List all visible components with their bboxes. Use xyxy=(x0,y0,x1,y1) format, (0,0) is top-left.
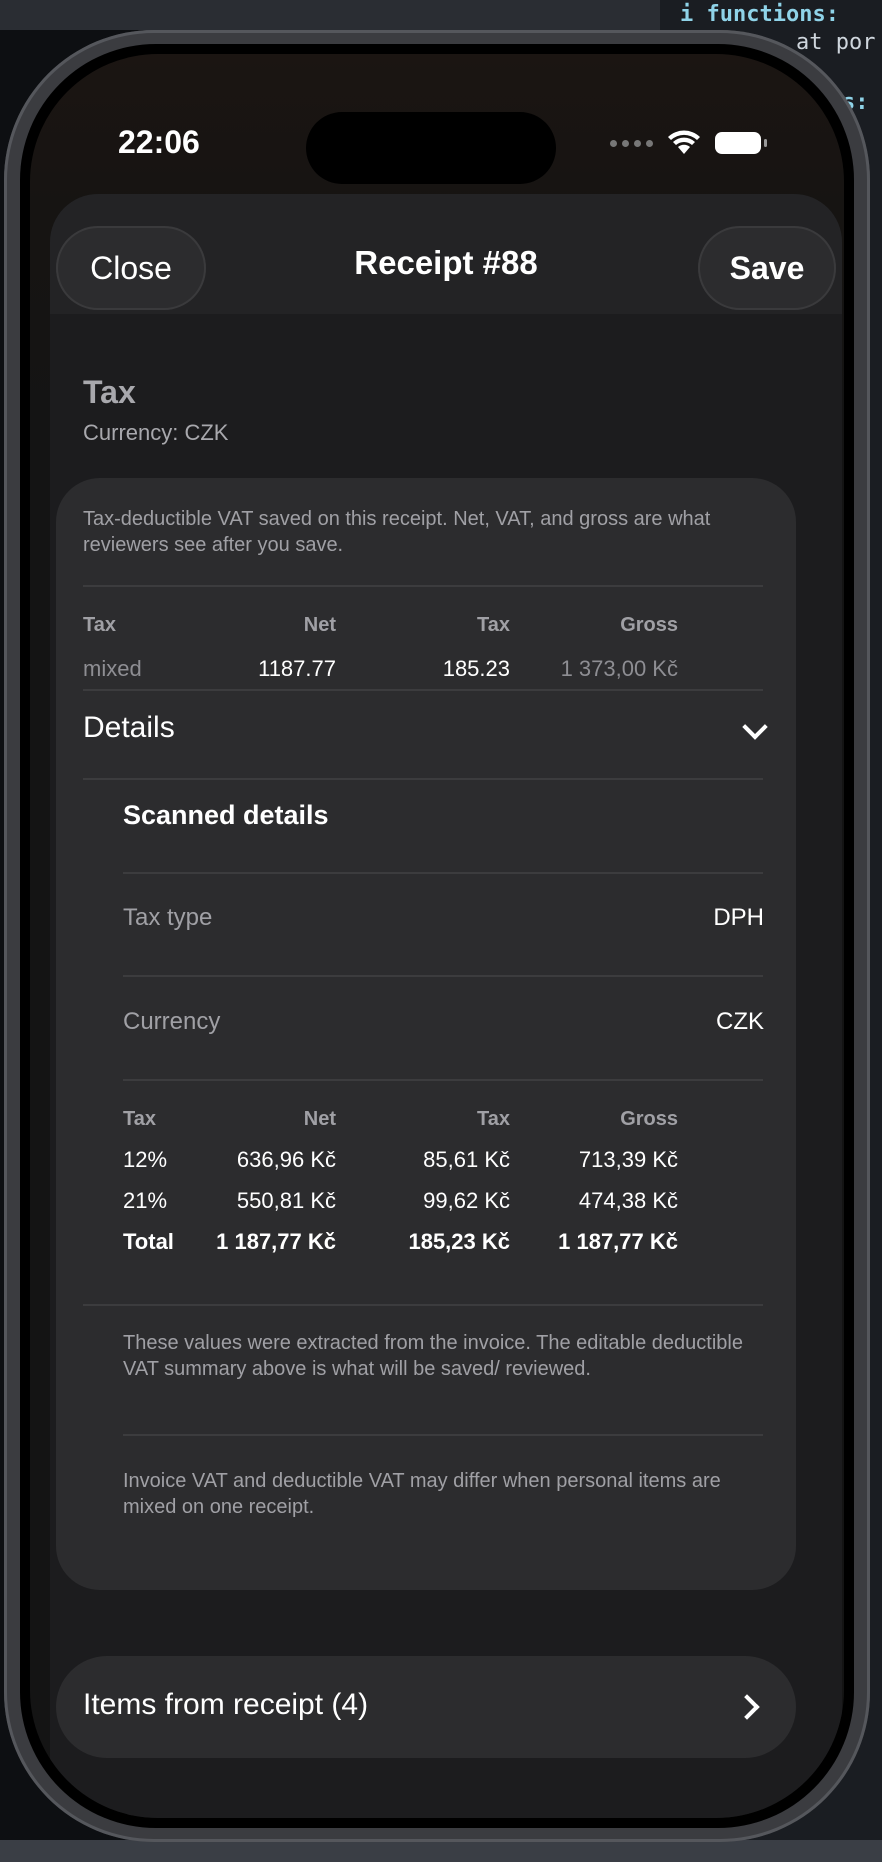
chevron-down-icon xyxy=(742,714,768,740)
wifi-icon xyxy=(668,130,700,154)
divider xyxy=(123,975,763,977)
tax-header-tax: Tax xyxy=(83,614,116,636)
items-from-receipt-row[interactable]: Items from receipt (4) xyxy=(56,1656,796,1758)
code-line: at por xyxy=(796,30,876,55)
status-icons xyxy=(610,130,767,156)
tax-note: Tax-deductible VAT saved on this receipt… xyxy=(83,508,711,556)
tax-section-title: Tax xyxy=(83,374,136,410)
row-tax: 99,62 Kč xyxy=(423,1188,510,1213)
chevron-right-icon xyxy=(734,1694,760,1720)
receipt-sheet: Close Receipt #88 Save Tax Currency: CZK… xyxy=(50,194,842,1818)
net-value[interactable]: 1187.77 xyxy=(216,656,336,682)
row-tax: 185,23 Kč xyxy=(408,1229,510,1254)
gross-value: 1 373,00 Kč xyxy=(560,656,678,681)
save-button[interactable]: Save xyxy=(698,226,836,310)
scanned-details-title: Scanned details xyxy=(123,800,329,830)
row-net: 1 187,77 Kč xyxy=(216,1229,336,1254)
battery-icon xyxy=(715,132,767,154)
tax-type-label: Tax type xyxy=(123,904,213,931)
divider xyxy=(83,1304,763,1306)
phone-frame: 22:06 Close Receipt #88 Save Tax Currenc… xyxy=(4,30,870,1842)
tax-amount-value[interactable]: 185.23 xyxy=(386,656,510,682)
divider xyxy=(123,872,763,874)
tax-rate-value[interactable]: mixed xyxy=(83,656,142,682)
divider xyxy=(83,778,763,780)
code-line: i functions: xyxy=(680,2,839,27)
row-tax: 85,61 Kč xyxy=(423,1147,510,1172)
scanned-header-tax: Tax xyxy=(123,1108,156,1130)
tax-header-net: Net xyxy=(303,614,336,636)
dynamic-island xyxy=(306,112,556,184)
extracted-note: These values were extracted from the inv… xyxy=(123,1332,743,1380)
row-net: 550,81 Kč xyxy=(236,1188,336,1213)
row-gross: 713,39 Kč xyxy=(578,1147,678,1172)
phone-bezel: 22:06 Close Receipt #88 Save Tax Currenc… xyxy=(20,44,854,1828)
tax-header-gross: Gross xyxy=(620,614,678,636)
row-tax-rate: 21% xyxy=(123,1188,168,1213)
background-window-bottom xyxy=(0,1840,882,1862)
status-time: 22:06 xyxy=(118,124,200,160)
details-toggle[interactable]: Details xyxy=(56,690,796,778)
row-net: 636,96 Kč xyxy=(236,1147,336,1172)
details-label: Details xyxy=(83,711,175,744)
row-gross: 1 187,77 Kč xyxy=(558,1229,678,1254)
scanned-header-net: Net xyxy=(303,1108,336,1130)
tax-card: Tax-deductible VAT saved on this receipt… xyxy=(56,478,796,1590)
divider xyxy=(83,585,763,587)
scanned-header-gross: Gross xyxy=(620,1108,678,1130)
background-window-strip xyxy=(0,0,660,30)
differ-note: Invoice VAT and deductible VAT may diffe… xyxy=(123,1470,721,1518)
tax-header-tax-amount: Tax xyxy=(477,614,510,636)
phone-screen: 22:06 Close Receipt #88 Save Tax Currenc… xyxy=(30,54,844,1818)
items-label: Items from receipt (4) xyxy=(83,1688,369,1721)
currency-subtitle: Currency: CZK xyxy=(83,420,229,445)
currency-label: Currency xyxy=(123,1008,221,1035)
row-gross: 474,38 Kč xyxy=(578,1188,678,1213)
currency-value: CZK xyxy=(716,1008,764,1035)
cellular-signal-icon xyxy=(610,139,653,147)
tax-type-value: DPH xyxy=(713,904,764,931)
row-tax-rate: 12% xyxy=(123,1147,168,1172)
scanned-header-tax-amount: Tax xyxy=(477,1108,510,1130)
divider xyxy=(123,1079,763,1081)
divider xyxy=(123,1434,763,1436)
